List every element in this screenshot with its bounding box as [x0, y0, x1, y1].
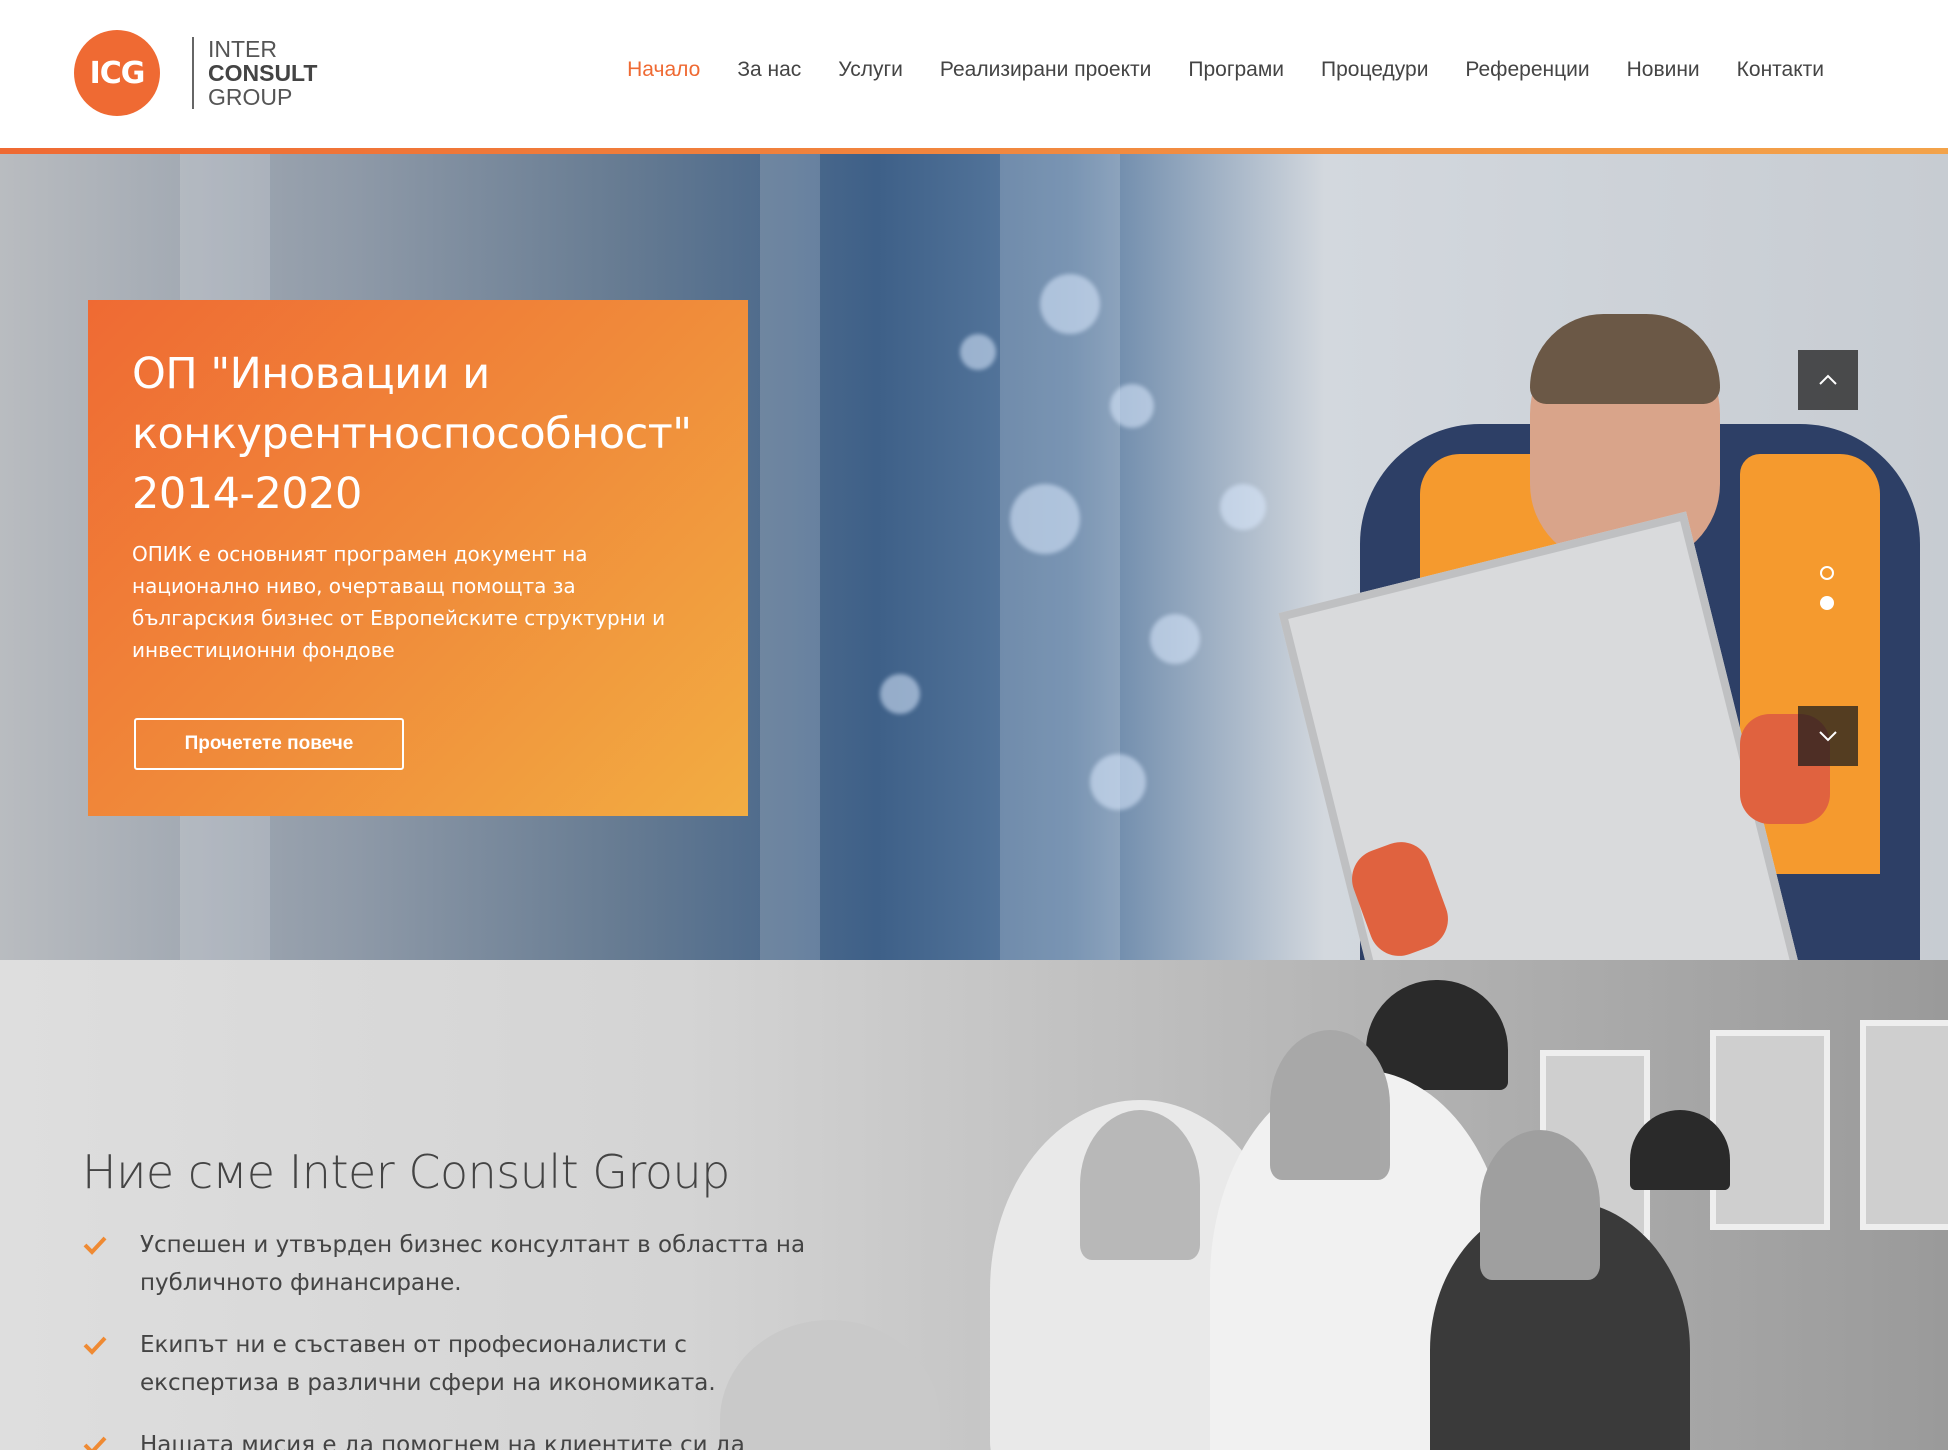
bokeh-light — [960, 334, 996, 370]
certificate-frame — [1860, 1020, 1948, 1230]
logo-divider — [192, 37, 194, 109]
about-list-item: Нашата мисия е да помогнем на клиентите … — [82, 1426, 822, 1450]
about-list-item: Успешен и утвърден бизнес консултант в о… — [82, 1226, 822, 1302]
hero-title: ОП "Иновации и конкурентноспособност" 20… — [132, 349, 692, 519]
chevron-down-icon — [1819, 731, 1837, 742]
site-header: ICG INTER CONSULT GROUP Начало За нас Ус… — [0, 0, 1948, 148]
nav-item-contacts[interactable]: Контакти — [1737, 58, 1824, 82]
about-title: Ние сме Inter Consult Group — [82, 1145, 730, 1199]
hero-slider: ОП "Иновации и конкурентноспособност" 20… — [0, 154, 1948, 960]
nav-item-programs[interactable]: Програми — [1188, 58, 1284, 82]
bokeh-light — [1040, 274, 1100, 334]
slider-dot-1[interactable] — [1820, 566, 1834, 580]
about-list-text: Екипът ни е съставен от професионалисти … — [140, 1332, 716, 1396]
hero-card: ОП "Иновации и конкурентноспособност" 20… — [88, 300, 748, 816]
check-icon — [83, 1436, 107, 1450]
about-list-item: Екипът ни е съставен от професионалисти … — [82, 1326, 822, 1402]
bokeh-light — [880, 674, 920, 714]
nav-item-services[interactable]: Услуги — [838, 58, 903, 82]
read-more-button[interactable]: Прочетете повече — [134, 718, 404, 770]
background-pillar — [760, 154, 820, 960]
nav-item-home[interactable]: Начало — [627, 58, 700, 82]
bokeh-light — [1010, 484, 1080, 554]
main-nav: Начало За нас Услуги Реализирани проекти… — [590, 58, 1824, 82]
about-list: Успешен и утвърден бизнес консултант в о… — [82, 1226, 822, 1450]
slider-next-button[interactable] — [1798, 706, 1858, 766]
bokeh-light — [1110, 384, 1154, 428]
nav-item-references[interactable]: Референции — [1465, 58, 1589, 82]
logo-mark: ICG — [74, 30, 160, 116]
check-icon — [83, 1236, 107, 1255]
nav-item-news[interactable]: Новини — [1627, 58, 1700, 82]
about-list-text: Нашата мисия е да помогнем на клиентите … — [140, 1432, 745, 1450]
certificate-frame — [1710, 1030, 1830, 1230]
slider-prev-button[interactable] — [1798, 350, 1858, 410]
logo-line-consult: CONSULT — [208, 60, 318, 86]
check-icon — [83, 1336, 107, 1355]
logo-line-group: GROUP — [208, 84, 293, 110]
about-list-text: Успешен и утвърден бизнес консултант в о… — [140, 1232, 806, 1296]
hero-text: ОПИК е основният програмен документ на н… — [132, 542, 666, 662]
team-member-face — [1270, 1030, 1390, 1180]
nav-item-procedures[interactable]: Процедури — [1321, 58, 1428, 82]
nav-item-about[interactable]: За нас — [737, 58, 801, 82]
nav-item-projects[interactable]: Реализирани проекти — [940, 58, 1152, 82]
team-member-face — [1480, 1130, 1600, 1280]
logo[interactable]: ICG INTER CONSULT GROUP — [74, 30, 317, 116]
bokeh-light — [1090, 754, 1146, 810]
logo-line-inter: INTER — [208, 36, 277, 62]
team-member-face — [1080, 1110, 1200, 1260]
worker-hair — [1530, 314, 1720, 404]
logo-text: INTER CONSULT GROUP — [208, 37, 317, 109]
chevron-up-icon — [1819, 374, 1837, 385]
slider-dot-2[interactable] — [1820, 596, 1834, 610]
bokeh-light — [1150, 614, 1200, 664]
bokeh-light — [1220, 484, 1266, 530]
